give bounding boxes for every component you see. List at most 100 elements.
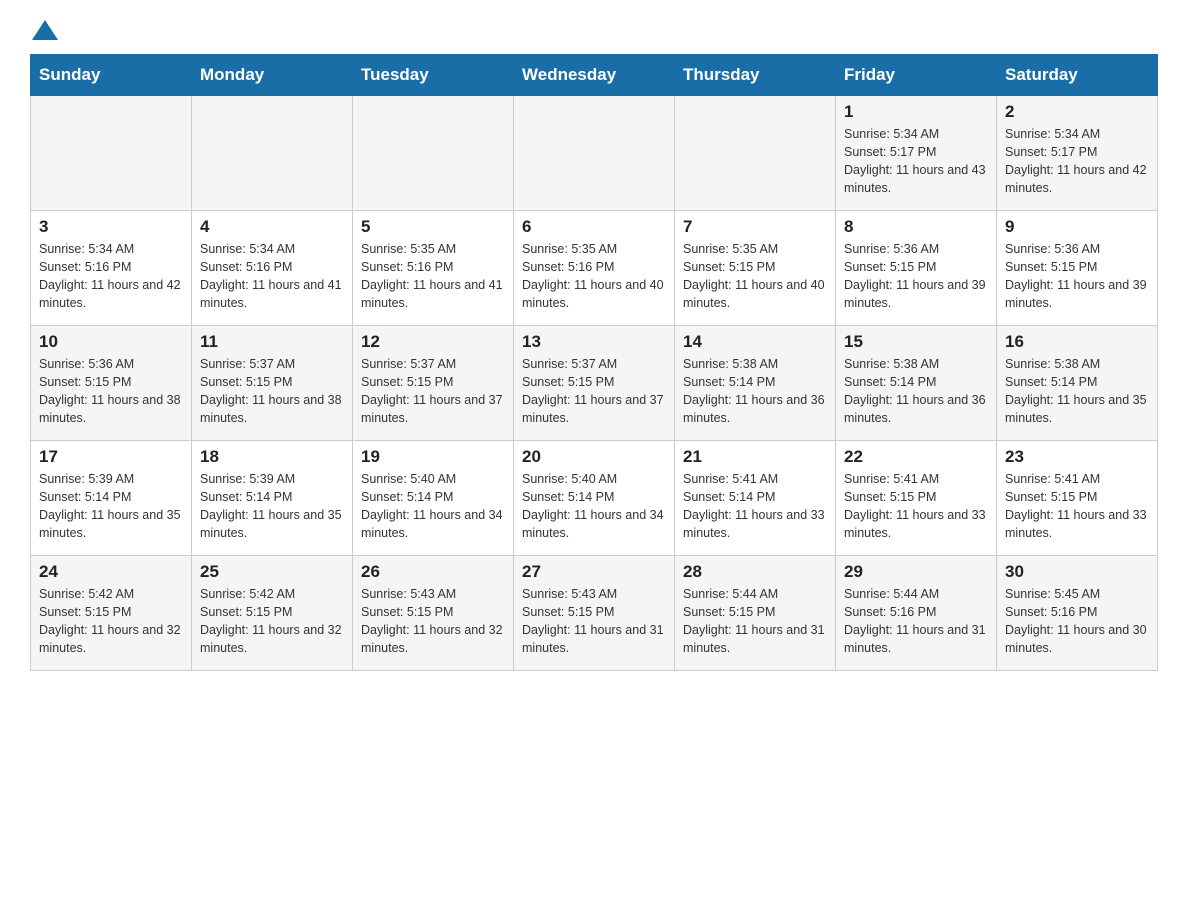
day-info: Sunrise: 5:41 AMSunset: 5:15 PMDaylight:…: [844, 470, 988, 543]
day-info: Sunrise: 5:43 AMSunset: 5:15 PMDaylight:…: [522, 585, 666, 658]
day-info: Sunrise: 5:44 AMSunset: 5:16 PMDaylight:…: [844, 585, 988, 658]
logo: [30, 20, 72, 36]
day-number: 8: [844, 217, 988, 237]
day-number: 18: [200, 447, 344, 467]
day-info: Sunrise: 5:45 AMSunset: 5:16 PMDaylight:…: [1005, 585, 1149, 658]
day-info: Sunrise: 5:38 AMSunset: 5:14 PMDaylight:…: [683, 355, 827, 428]
calendar-cell: 30 Sunrise: 5:45 AMSunset: 5:16 PMDayligh…: [997, 556, 1158, 671]
calendar-cell: [353, 96, 514, 211]
calendar-week-row: 17 Sunrise: 5:39 AMSunset: 5:14 PMDayligh…: [31, 441, 1158, 556]
day-number: 27: [522, 562, 666, 582]
calendar-cell: 13 Sunrise: 5:37 AMSunset: 5:15 PMDayligh…: [514, 326, 675, 441]
day-number: 25: [200, 562, 344, 582]
day-number: 16: [1005, 332, 1149, 352]
calendar-cell: 8 Sunrise: 5:36 AMSunset: 5:15 PMDaylight…: [836, 211, 997, 326]
day-info: Sunrise: 5:35 AMSunset: 5:15 PMDaylight:…: [683, 240, 827, 313]
day-info: Sunrise: 5:37 AMSunset: 5:15 PMDaylight:…: [361, 355, 505, 428]
day-info: Sunrise: 5:40 AMSunset: 5:14 PMDaylight:…: [361, 470, 505, 543]
calendar-cell: 25 Sunrise: 5:42 AMSunset: 5:15 PMDayligh…: [192, 556, 353, 671]
day-info: Sunrise: 5:42 AMSunset: 5:15 PMDaylight:…: [200, 585, 344, 658]
calendar-cell: 20Sunrise: 5:40 AMSunset: 5:14 PMDayligh…: [514, 441, 675, 556]
calendar-header-wednesday: Wednesday: [514, 55, 675, 96]
day-number: 22: [844, 447, 988, 467]
day-info: Sunrise: 5:37 AMSunset: 5:15 PMDaylight:…: [522, 355, 666, 428]
calendar-cell: 7 Sunrise: 5:35 AMSunset: 5:15 PMDaylight…: [675, 211, 836, 326]
calendar-cell: [31, 96, 192, 211]
day-number: 10: [39, 332, 183, 352]
day-info: Sunrise: 5:36 AMSunset: 5:15 PMDaylight:…: [1005, 240, 1149, 313]
calendar-table: SundayMondayTuesdayWednesdayThursdayFrid…: [30, 54, 1158, 671]
calendar-cell: 9 Sunrise: 5:36 AMSunset: 5:15 PMDaylight…: [997, 211, 1158, 326]
day-number: 3: [39, 217, 183, 237]
day-number: 4: [200, 217, 344, 237]
calendar-header-friday: Friday: [836, 55, 997, 96]
calendar-cell: 29 Sunrise: 5:44 AMSunset: 5:16 PMDayligh…: [836, 556, 997, 671]
calendar-cell: 2 Sunrise: 5:34 AMSunset: 5:17 PMDaylight…: [997, 96, 1158, 211]
day-info: Sunrise: 5:34 AMSunset: 5:16 PMDaylight:…: [39, 240, 183, 313]
day-info: Sunrise: 5:44 AMSunset: 5:15 PMDaylight:…: [683, 585, 827, 658]
calendar-week-row: 3 Sunrise: 5:34 AMSunset: 5:16 PMDaylight…: [31, 211, 1158, 326]
day-number: 14: [683, 332, 827, 352]
day-number: 11: [200, 332, 344, 352]
calendar-cell: 4 Sunrise: 5:34 AMSunset: 5:16 PMDaylight…: [192, 211, 353, 326]
day-number: 21: [683, 447, 827, 467]
calendar-cell: 23 Sunrise: 5:41 AMSunset: 5:15 PMDayligh…: [997, 441, 1158, 556]
calendar-header-thursday: Thursday: [675, 55, 836, 96]
calendar-cell: [514, 96, 675, 211]
day-number: 28: [683, 562, 827, 582]
day-info: Sunrise: 5:36 AMSunset: 5:15 PMDaylight:…: [844, 240, 988, 313]
day-number: 9: [1005, 217, 1149, 237]
day-info: Sunrise: 5:43 AMSunset: 5:15 PMDaylight:…: [361, 585, 505, 658]
calendar-cell: 19Sunrise: 5:40 AMSunset: 5:14 PMDayligh…: [353, 441, 514, 556]
day-info: Sunrise: 5:35 AMSunset: 5:16 PMDaylight:…: [361, 240, 505, 313]
day-number: 24: [39, 562, 183, 582]
day-info: Sunrise: 5:41 AMSunset: 5:14 PMDaylight:…: [683, 470, 827, 543]
day-info: Sunrise: 5:39 AMSunset: 5:14 PMDaylight:…: [39, 470, 183, 543]
day-info: Sunrise: 5:38 AMSunset: 5:14 PMDaylight:…: [844, 355, 988, 428]
day-info: Sunrise: 5:34 AMSunset: 5:17 PMDaylight:…: [1005, 125, 1149, 198]
day-number: 15: [844, 332, 988, 352]
day-info: Sunrise: 5:36 AMSunset: 5:15 PMDaylight:…: [39, 355, 183, 428]
calendar-cell: 26 Sunrise: 5:43 AMSunset: 5:15 PMDayligh…: [353, 556, 514, 671]
day-info: Sunrise: 5:40 AMSunset: 5:14 PMDaylight:…: [522, 470, 666, 543]
day-info: Sunrise: 5:34 AMSunset: 5:17 PMDaylight:…: [844, 125, 988, 198]
calendar-cell: 15 Sunrise: 5:38 AMSunset: 5:14 PMDayligh…: [836, 326, 997, 441]
calendar-cell: 17 Sunrise: 5:39 AMSunset: 5:14 PMDayligh…: [31, 441, 192, 556]
calendar-cell: [192, 96, 353, 211]
calendar-week-row: 10 Sunrise: 5:36 AMSunset: 5:15 PMDayligh…: [31, 326, 1158, 441]
day-info: Sunrise: 5:42 AMSunset: 5:15 PMDaylight:…: [39, 585, 183, 658]
calendar-cell: 14 Sunrise: 5:38 AMSunset: 5:14 PMDayligh…: [675, 326, 836, 441]
day-number: 1: [844, 102, 988, 122]
calendar-cell: 18 Sunrise: 5:39 AMSunset: 5:14 PMDayligh…: [192, 441, 353, 556]
day-info: Sunrise: 5:39 AMSunset: 5:14 PMDaylight:…: [200, 470, 344, 543]
day-number: 30: [1005, 562, 1149, 582]
calendar-cell: 27 Sunrise: 5:43 AMSunset: 5:15 PMDayligh…: [514, 556, 675, 671]
day-number: 13: [522, 332, 666, 352]
calendar-cell: 16Sunrise: 5:38 AMSunset: 5:14 PMDayligh…: [997, 326, 1158, 441]
calendar-header-sunday: Sunday: [31, 55, 192, 96]
calendar-cell: 21 Sunrise: 5:41 AMSunset: 5:14 PMDayligh…: [675, 441, 836, 556]
day-info: Sunrise: 5:34 AMSunset: 5:16 PMDaylight:…: [200, 240, 344, 313]
calendar-week-row: 24 Sunrise: 5:42 AMSunset: 5:15 PMDayligh…: [31, 556, 1158, 671]
calendar-cell: 22 Sunrise: 5:41 AMSunset: 5:15 PMDayligh…: [836, 441, 997, 556]
day-number: 29: [844, 562, 988, 582]
day-number: 2: [1005, 102, 1149, 122]
calendar-cell: 12 Sunrise: 5:37 AMSunset: 5:15 PMDayligh…: [353, 326, 514, 441]
day-number: 17: [39, 447, 183, 467]
calendar-header-saturday: Saturday: [997, 55, 1158, 96]
calendar-cell: 24 Sunrise: 5:42 AMSunset: 5:15 PMDayligh…: [31, 556, 192, 671]
day-number: 5: [361, 217, 505, 237]
calendar-header-row: SundayMondayTuesdayWednesdayThursdayFrid…: [31, 55, 1158, 96]
day-number: 23: [1005, 447, 1149, 467]
day-number: 7: [683, 217, 827, 237]
day-number: 12: [361, 332, 505, 352]
calendar-cell: [675, 96, 836, 211]
calendar-cell: 11Sunrise: 5:37 AMSunset: 5:15 PMDayligh…: [192, 326, 353, 441]
calendar-cell: 3 Sunrise: 5:34 AMSunset: 5:16 PMDaylight…: [31, 211, 192, 326]
day-number: 26: [361, 562, 505, 582]
calendar-header-monday: Monday: [192, 55, 353, 96]
page-header: [30, 20, 1158, 36]
calendar-cell: 6Sunrise: 5:35 AMSunset: 5:16 PMDaylight…: [514, 211, 675, 326]
day-info: Sunrise: 5:41 AMSunset: 5:15 PMDaylight:…: [1005, 470, 1149, 543]
calendar-week-row: 1 Sunrise: 5:34 AMSunset: 5:17 PMDaylight…: [31, 96, 1158, 211]
